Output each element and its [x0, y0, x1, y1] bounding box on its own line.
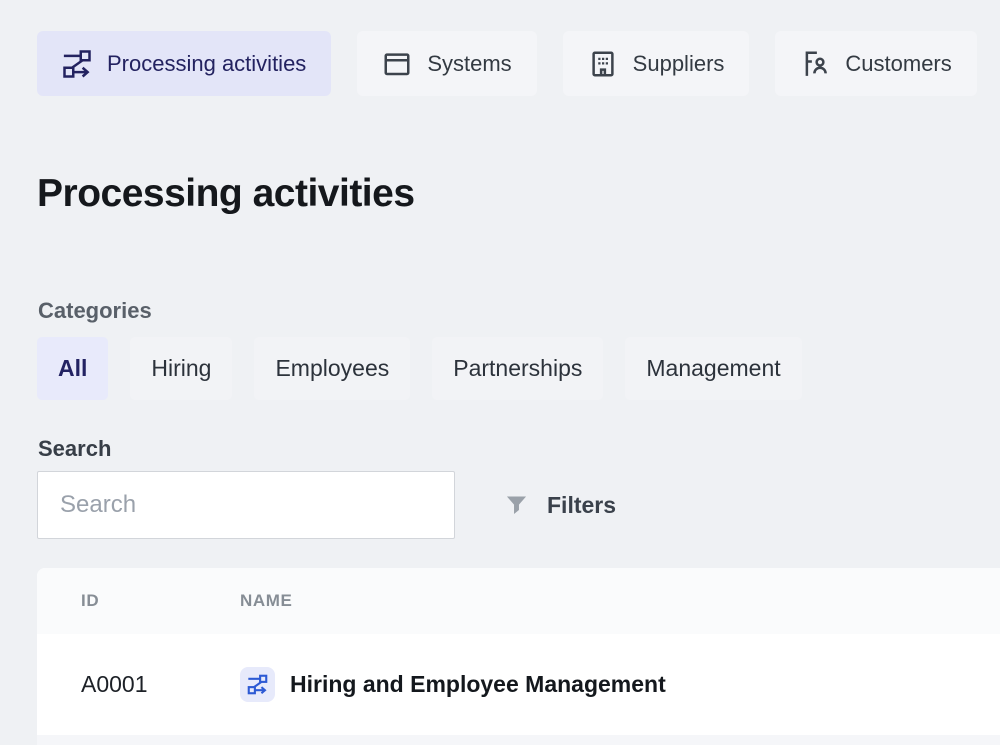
category-pill-management[interactable]: Management [625, 337, 801, 400]
filters-label: Filters [547, 492, 616, 519]
processing-activities-table: ID NAME A0001 Hiring and Employee Manage… [37, 568, 1000, 745]
search-label: Search [38, 436, 111, 462]
workflow-icon [240, 667, 275, 702]
tab-customers[interactable]: Customers [775, 31, 976, 96]
building-icon [588, 49, 618, 79]
tab-suppliers[interactable]: Suppliers [563, 31, 750, 96]
tab-systems[interactable]: Systems [357, 31, 536, 96]
filter-funnel-icon [503, 492, 530, 519]
row-id: A0001 [37, 671, 240, 698]
search-input[interactable] [37, 471, 455, 539]
next-row-partial [37, 735, 1000, 745]
category-filter-group: All Hiring Employees Partnerships Manage… [37, 337, 802, 400]
customer-icon [800, 49, 830, 79]
column-header-id: ID [37, 591, 240, 611]
workflow-icon [62, 49, 92, 79]
category-pill-partnerships[interactable]: Partnerships [432, 337, 603, 400]
window-icon [382, 49, 412, 79]
table-row[interactable]: A0001 Hiring and Employee Management [37, 634, 1000, 735]
app-screen: Processing activities Systems [0, 0, 1000, 745]
tab-processing-activities[interactable]: Processing activities [37, 31, 331, 96]
tab-label: Customers [845, 51, 951, 77]
column-header-name: NAME [240, 591, 1000, 611]
filters-button[interactable]: Filters [503, 471, 616, 539]
tab-label: Processing activities [107, 51, 306, 77]
tab-label: Systems [427, 51, 511, 77]
row-name: Hiring and Employee Management [290, 671, 666, 698]
table-header: ID NAME [37, 568, 1000, 634]
row-name-cell: Hiring and Employee Management [240, 667, 1000, 702]
tab-label: Suppliers [633, 51, 725, 77]
category-pill-all[interactable]: All [37, 337, 108, 400]
categories-label: Categories [38, 298, 152, 324]
category-pill-hiring[interactable]: Hiring [130, 337, 232, 400]
category-pill-employees[interactable]: Employees [254, 337, 410, 400]
page-title: Processing activities [37, 172, 415, 216]
entity-tabbar: Processing activities Systems [37, 31, 977, 96]
